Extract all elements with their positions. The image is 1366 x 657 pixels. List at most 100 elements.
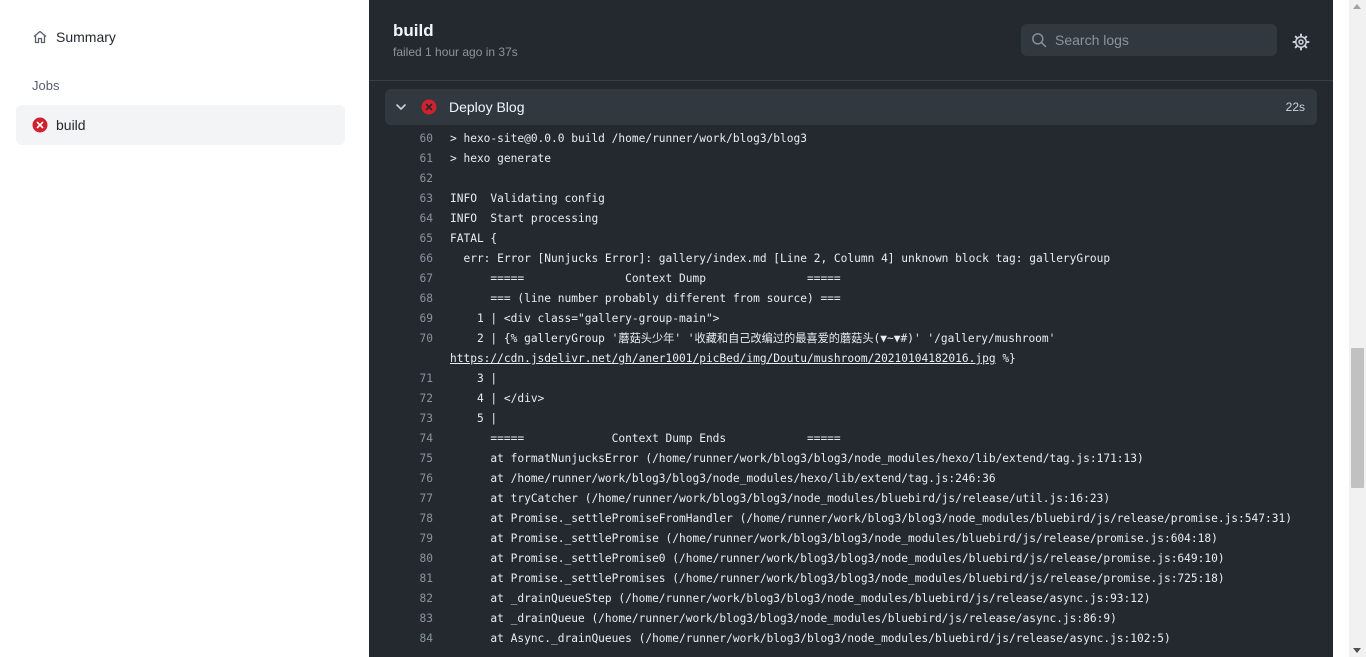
log-output: 60 > hexo-site@0.0.0 build /home/runner/w… (369, 129, 1333, 649)
log-line-number[interactable]: 74 (369, 429, 433, 449)
page-scrollbar[interactable] (1349, 0, 1366, 657)
log-line: 81 at Promise._settlePromises (/home/run… (369, 569, 1333, 589)
sidebar-item-summary[interactable]: Summary (16, 22, 345, 52)
failed-status-icon (32, 117, 48, 133)
log-line-text: at Promise._settlePromises (/home/runner… (450, 572, 1225, 585)
gear-icon[interactable] (1291, 32, 1311, 52)
log-line-number[interactable]: 60 (369, 129, 433, 149)
log-link[interactable]: https://cdn.jsdelivr.net/gh/aner1001/pic… (450, 352, 996, 365)
log-line-text: err: Error [Nunjucks Error]: gallery/ind… (450, 252, 1111, 265)
log-line-text: > hexo generate (450, 152, 552, 165)
log-line: 66 err: Error [Nunjucks Error]: gallery/… (369, 249, 1333, 269)
log-line-number[interactable]: 67 (369, 269, 433, 289)
log-line-text: at formatNunjucksError (/home/runner/wor… (450, 452, 1144, 465)
jobs-heading: Jobs (32, 78, 60, 93)
log-line-number[interactable]: 71 (369, 369, 433, 389)
log-line: 72 4 | </div> (369, 389, 1333, 409)
log-line: 75 at formatNunjucksError (/home/runner/… (369, 449, 1333, 469)
log-line-text: === (line number probably different from… (450, 292, 841, 305)
job-header: build failed 1 hour ago in 37s (369, 0, 1333, 81)
failed-status-icon (421, 99, 437, 115)
log-line-number[interactable]: 70 (369, 329, 433, 349)
sidebar-item-build-job[interactable]: build (16, 105, 345, 145)
log-line: 76 at /home/runner/work/blog3/blog3/node… (369, 469, 1333, 489)
log-line: 61 > hexo generate (369, 149, 1333, 169)
log-line: 64 INFO Start processing (369, 209, 1333, 229)
log-line: 65 FATAL { (369, 229, 1333, 249)
job-title: build (393, 21, 434, 40)
log-line-text: https://cdn.jsdelivr.net/gh/aner1001/pic… (450, 349, 1016, 369)
log-line-number[interactable]: 79 (369, 529, 433, 549)
log-line-number[interactable]: 68 (369, 289, 433, 309)
log-line-number[interactable]: 61 (369, 149, 433, 169)
scrollbar-thumb[interactable] (1351, 348, 1364, 488)
log-line: 69 1 | <div class="gallery-group-main"> (369, 309, 1333, 329)
log-line-text: 5 | (450, 412, 498, 425)
log-line-number[interactable]: 64 (369, 209, 433, 229)
log-line-number[interactable]: 76 (369, 469, 433, 489)
log-line-number[interactable]: 63 (369, 189, 433, 209)
log-line: 80 at Promise._settlePromise0 (/home/run… (369, 549, 1333, 569)
log-line-number[interactable]: 62 (369, 169, 433, 189)
log-line-number[interactable]: 73 (369, 409, 433, 429)
log-line-number[interactable]: 75 (369, 449, 433, 469)
log-line-number[interactable]: 83 (369, 609, 433, 629)
log-line-text: 2 | {% galleryGroup '蘑菇头少年' '收藏和自己改编过的最喜… (450, 332, 1056, 345)
log-line: 82 at _drainQueueStep (/home/runner/work… (369, 589, 1333, 609)
log-line: 70 2 | {% galleryGroup '蘑菇头少年' '收藏和自己改编过… (369, 329, 1333, 349)
log-line: 83 at _drainQueue (/home/runner/work/blo… (369, 609, 1333, 629)
log-line-text: > hexo-site@0.0.0 build /home/runner/wor… (450, 132, 807, 145)
log-line: 63 INFO Validating config (369, 189, 1333, 209)
log-line-number[interactable]: 69 (369, 309, 433, 329)
step-duration: 22s (1285, 100, 1305, 114)
log-line-text: ===== Context Dump ===== (450, 272, 841, 285)
search-logs-box[interactable] (1021, 24, 1277, 56)
scroll-down-arrow-icon[interactable] (1353, 648, 1361, 653)
log-line-text: ===== Context Dump Ends ===== (450, 432, 841, 445)
log-line-number[interactable]: 66 (369, 249, 433, 269)
log-line: 79 at Promise._settlePromise (/home/runn… (369, 529, 1333, 549)
chevron-down-icon (396, 104, 406, 110)
job-status-text: failed 1 hour ago in 37s (393, 45, 518, 59)
log-line: 62 (369, 169, 1333, 189)
log-line: 67 ===== Context Dump ===== (369, 269, 1333, 289)
log-line-text: at Promise._settlePromise0 (/home/runner… (450, 552, 1225, 565)
log-line-text: at _drainQueue (/home/runner/work/blog3/… (450, 612, 1117, 625)
log-line-number[interactable]: 65 (369, 229, 433, 249)
log-line-text: INFO Start processing (450, 212, 599, 225)
log-line-text: 3 | (450, 372, 498, 385)
sidebar: Summary Jobs build (0, 0, 369, 657)
log-line-number[interactable]: 82 (369, 589, 433, 609)
search-logs-input[interactable] (1055, 32, 1255, 48)
log-line-number[interactable]: 80 (369, 549, 433, 569)
log-line: 68 === (line number probably different f… (369, 289, 1333, 309)
log-line-text: at Async._drainQueues (/home/runner/work… (450, 632, 1171, 645)
log-line: 84 at Async._drainQueues (/home/runner/w… (369, 629, 1333, 649)
log-line-text: 4 | </div> (450, 392, 545, 405)
log-line-number[interactable]: 78 (369, 509, 433, 529)
log-line-suffix: %} (995, 352, 1016, 365)
log-line-text: 1 | <div class="gallery-group-main"> (450, 312, 720, 325)
step-name: Deploy Blog (449, 99, 525, 115)
log-line: 60 > hexo-site@0.0.0 build /home/runner/w… (369, 129, 1333, 149)
log-line-text: INFO Validating config (450, 192, 605, 205)
log-line-number[interactable]: 77 (369, 489, 433, 509)
log-panel: build failed 1 hour ago in 37s Deploy B (369, 0, 1333, 657)
log-line-number[interactable]: 72 (369, 389, 433, 409)
step-deploy-blog-header[interactable]: Deploy Blog 22s (385, 89, 1317, 125)
log-line-text: at _drainQueueStep (/home/runner/work/bl… (450, 592, 1151, 605)
home-icon (33, 30, 47, 44)
log-line: 74 ===== Context Dump Ends ===== (369, 429, 1333, 449)
log-line: 71 3 | (369, 369, 1333, 389)
log-line-text: at tryCatcher (/home/runner/work/blog3/b… (450, 492, 1111, 505)
log-line-text: at Promise._settlePromise (/home/runner/… (450, 532, 1218, 545)
log-line-text: at /home/runner/work/blog3/blog3/node_mo… (450, 472, 996, 485)
log-line-number[interactable]: 84 (369, 629, 433, 649)
log-line-number[interactable]: 81 (369, 569, 433, 589)
log-line: 73 5 | (369, 409, 1333, 429)
log-line-text: FATAL { (450, 232, 498, 245)
log-line-text: at Promise._settlePromiseFromHandler (/h… (450, 512, 1292, 525)
sidebar-item-build-label: build (56, 117, 86, 133)
scroll-up-arrow-icon[interactable] (1353, 4, 1361, 9)
log-line: https://cdn.jsdelivr.net/gh/aner1001/pic… (369, 349, 1333, 369)
